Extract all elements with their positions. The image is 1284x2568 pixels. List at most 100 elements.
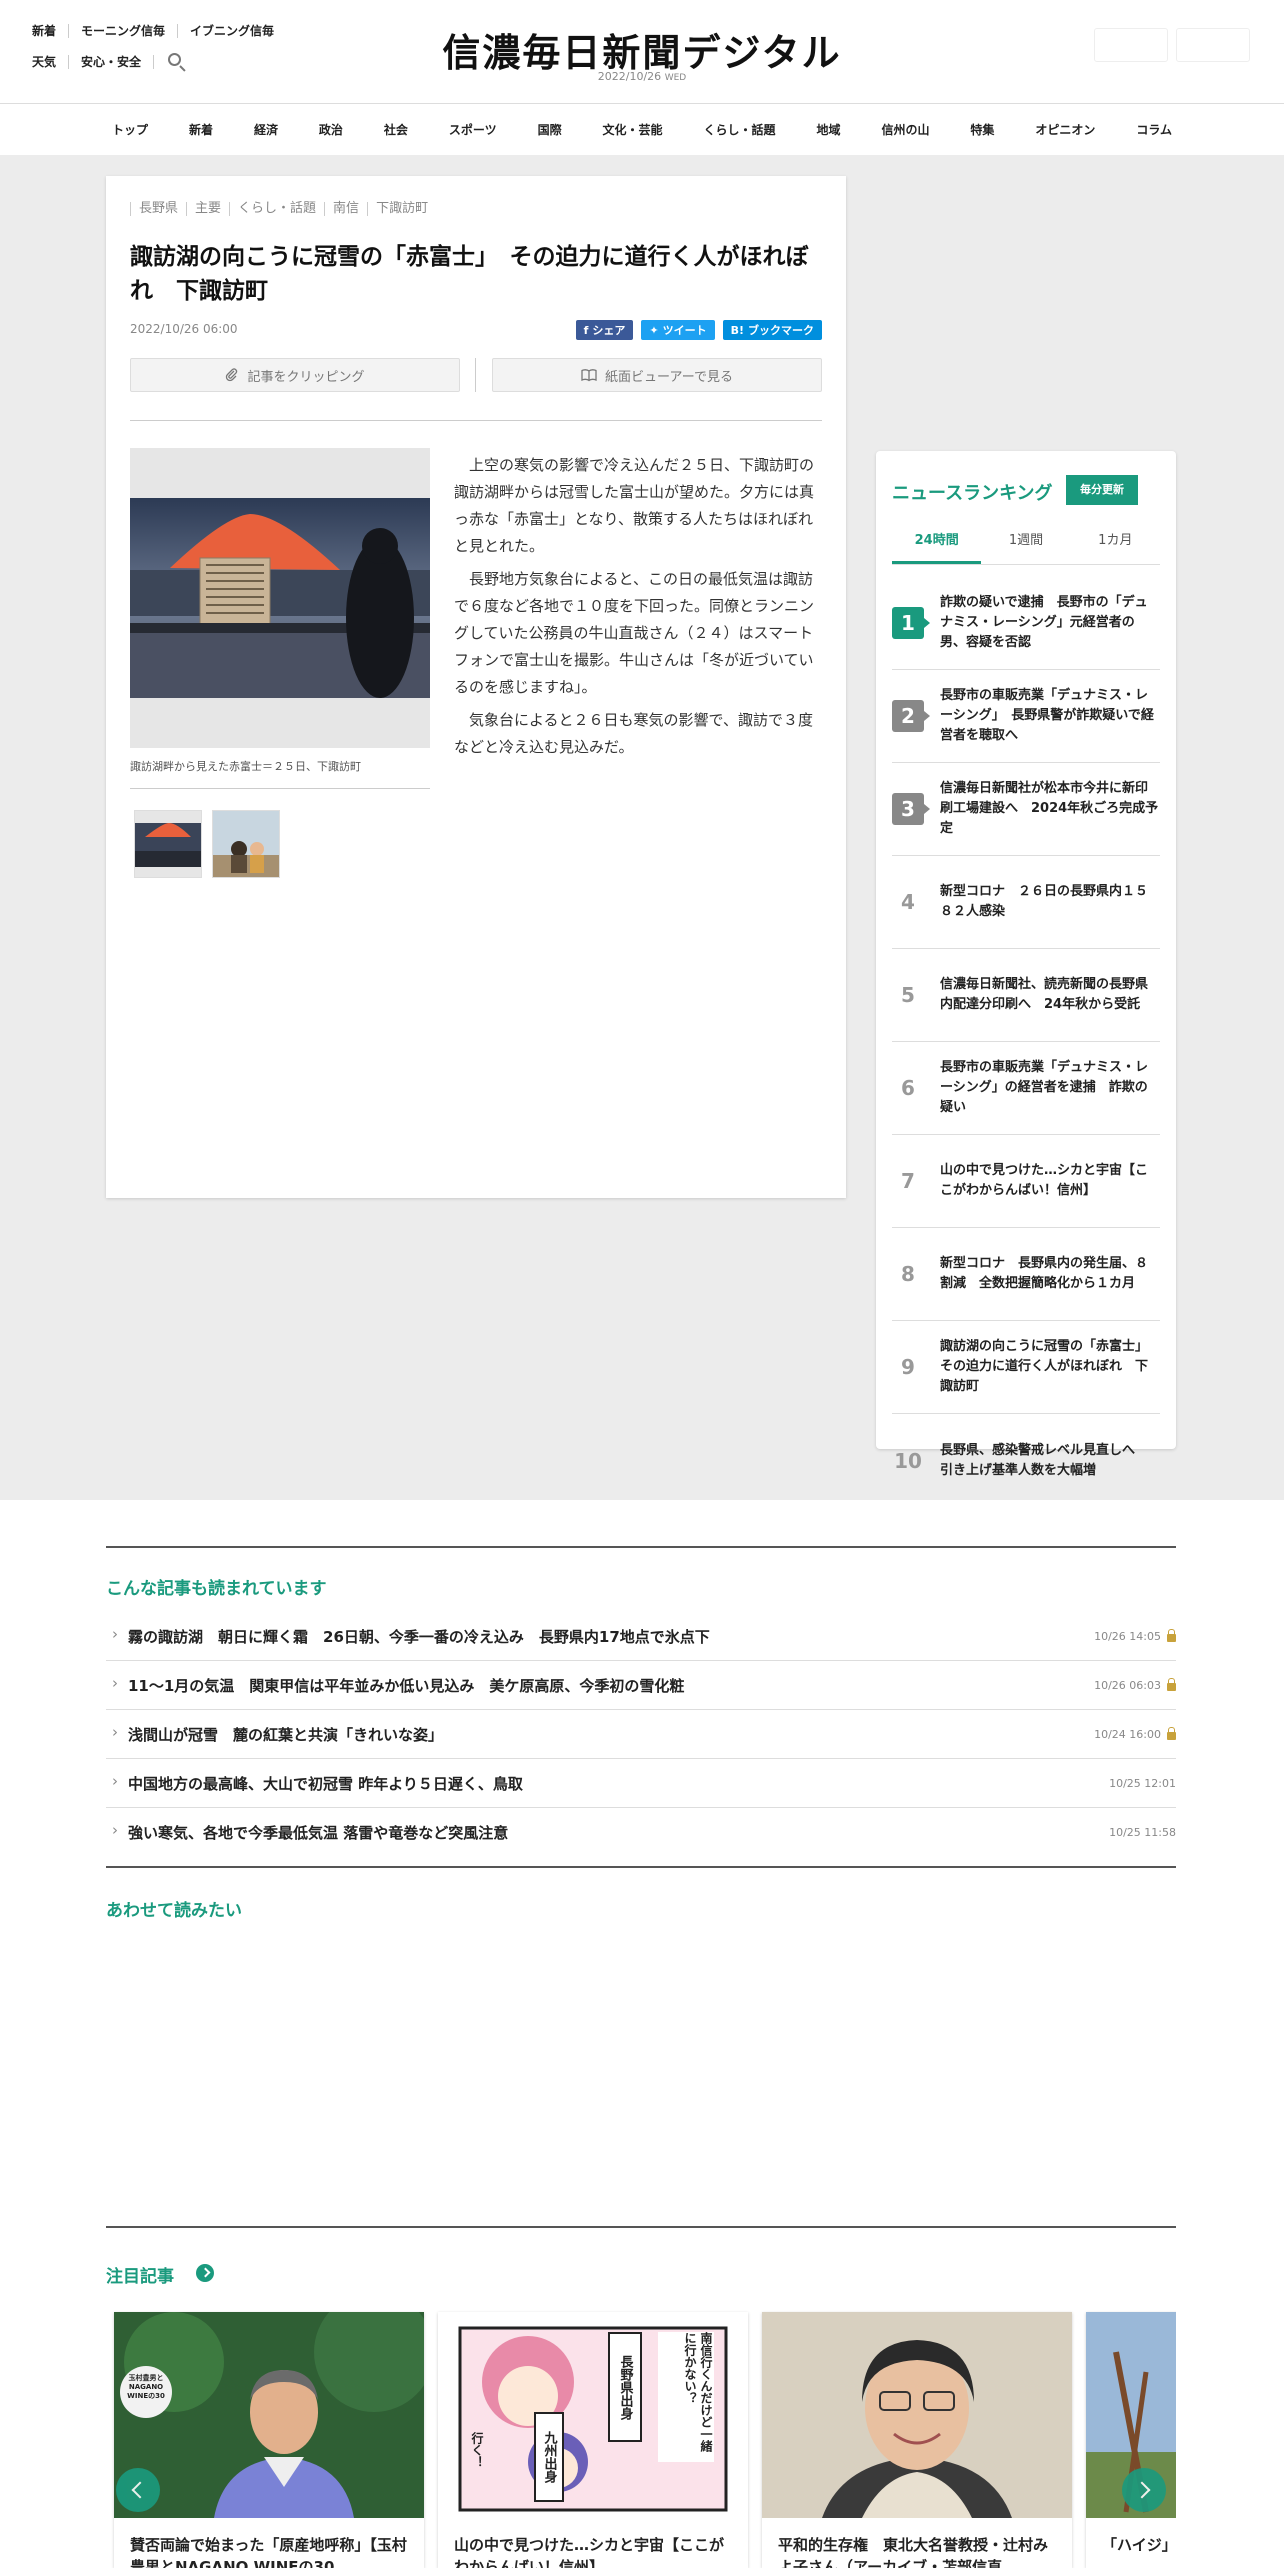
nav-features[interactable]: 特集 [970,121,994,138]
ranking-item[interactable]: 8 新型コロナ 長野県内の発生届、８割減 全数把握簡略化から１カ月 [892,1228,1160,1321]
list-item-title: 強い寒気、各地で今季最低気温 落雷や竜巻など突風注意 [106,1821,508,1843]
header-date: 2022/10/26 WED [0,70,1284,83]
article-photo-frame[interactable] [130,448,430,748]
nav-new[interactable]: 新着 [189,121,213,138]
tab-24h[interactable]: 24時間 [892,531,982,564]
nav-top[interactable]: トップ [112,121,148,138]
photo-thumbnails [134,810,280,878]
hatena-icon: B! [730,323,744,337]
nav-international[interactable]: 国際 [538,121,562,138]
rank-number: 5 [901,983,915,1007]
list-item[interactable]: 霧の諏訪湖 朝日に輝く霜 26日朝、今季一番の冷え込み 長野県内17地点で氷点下… [106,1612,1176,1661]
featured-card[interactable]: 玉村豊男とNAGANO WINEの30 賛否両論で始まった「原産地呼称」【玉村豊… [114,2312,424,2568]
lock-icon [1167,1628,1176,1642]
list-item-time: 10/24 16:00 [1094,1727,1161,1741]
article-body: 上空の寒気の影響で冷え込んだ２５日、下諏訪町の諏訪湖畔からは冠雪した富士山が望め… [454,452,814,767]
ranking-item[interactable]: 7 山の中で見つけた…シカと宇宙【ここがわからんばい！信州】 [892,1135,1160,1228]
nav-economy[interactable]: 経済 [254,121,278,138]
clip-article-button[interactable]: 記事をクリッピング [130,358,460,392]
hatena-bookmark-button[interactable]: B! ブックマーク [722,320,822,340]
ranking-item[interactable]: 6 長野市の車販売業「デュナミス・レーシング」の経営者を逮捕 詐欺の疑い [892,1042,1160,1135]
rank-number: 1 [892,607,930,639]
paper-viewer-label: 紙面ビューアーで見る [605,369,733,385]
facebook-icon: f [583,323,589,337]
nav-culture[interactable]: 文化・芸能 [603,121,663,138]
rank-number: 6 [901,1076,915,1100]
ranking-update-badge: 毎分更新 [1066,475,1138,505]
divider [130,788,430,789]
featured-card-image: 玉村豊男とNAGANO WINEの30 [114,2312,424,2518]
featured-card-image [762,2312,1072,2518]
divider [106,1546,1176,1548]
article-date: 2022/10/26 06:00 [130,322,238,336]
tag[interactable]: 主要 [186,202,229,216]
ranking-item-title: 信濃毎日新聞社、読売新聞の長野県内配達分印刷へ 24年秋から受託 [940,977,1149,1012]
list-item[interactable]: 強い寒気、各地で今季最低気温 落雷や竜巻など突風注意 10/25 11:58 [106,1808,1176,1857]
paperclip-icon [226,368,238,382]
action-divider [475,358,476,392]
tag[interactable]: 長野県 [130,202,186,216]
recommended-title: あわせて読みたい [106,1901,242,1921]
featured-card[interactable]: 長野県出身 九州出身 南信行くんだけど一緒に行かない？ 行く！ 山の中で見つけた… [438,2312,748,2568]
ranking-item[interactable]: 1 詐欺の疑いで逮捕 長野市の「デュナミス・レーシング」元経営者の男、容疑を否認 [892,577,1160,670]
nav-society[interactable]: 社会 [384,121,408,138]
twitter-share-button[interactable]: ✦ ツイート [641,320,715,340]
tab-1month[interactable]: 1カ月 [1071,531,1160,564]
photo-caption: 諏訪湖畔から見えた赤富士＝２５日、下諏訪町 [130,760,361,773]
nav-opinion[interactable]: オピニオン [1035,121,1095,138]
ranking-item-title: 新型コロナ 長野県内の発生届、８割減 全数把握簡略化から１カ月 [940,1256,1149,1291]
nav-region[interactable]: 地域 [816,121,840,138]
list-item[interactable]: 浅間山が冠雪 麓の紅葉と共演「きれいな姿」 10/24 16:00 [106,1710,1176,1759]
list-item-title: 浅間山が冠雪 麓の紅葉と共演「きれいな姿」 [106,1723,443,1745]
carousel-prev-button[interactable] [116,2468,160,2512]
list-item[interactable]: 中国地方の最高峰、大山で初冠雪 昨年より５日遅く、鳥取 10/25 12:01 [106,1759,1176,1808]
ranking-item[interactable]: 4 新型コロナ ２６日の長野県内１５８２人感染 [892,856,1160,949]
nav-sports[interactable]: スポーツ [449,121,497,138]
comic-text: 行く！ [470,2432,484,2468]
nav-lifestyle[interactable]: くらし・話題 [704,121,776,138]
chevron-right-icon[interactable] [196,2264,214,2282]
header-register-button[interactable] [1176,28,1250,62]
twitter-icon: ✦ [649,323,659,337]
ranking-item[interactable]: 10 長野県、感染警戒レベル見直しへ 引き上げ基準人数を大幅増 [892,1414,1160,1507]
tag[interactable]: くらし・話題 [229,202,324,216]
photo-thumbnail[interactable] [212,810,280,878]
ranking-item-title: 信濃毎日新聞社が松本市今井に新印刷工場建設へ 2024年秋ごろ完成予定 [940,781,1159,836]
header-login-button[interactable] [1094,28,1168,62]
featured-title: 注目記事 [106,2267,174,2287]
nav-column[interactable]: コラム [1136,121,1172,138]
site-logo[interactable]: 信濃毎日新聞デジタル [0,22,1284,77]
featured-card[interactable]: 平和的生存権 東北大名誉教授・辻村みよ子さん（アーカイブ・苫部信直 [762,2312,1072,2568]
list-item-time: 10/25 12:01 [1109,1776,1176,1790]
ranking-item-title: 山の中で見つけた…シカと宇宙【ここがわからんばい！信州】 [940,1163,1149,1198]
ranking-item[interactable]: 2 長野市の車販売業「デュナミス・レーシング」 長野県警が詐欺疑いで経営者を聴取へ [892,670,1160,763]
ranking-item[interactable]: 5 信濃毎日新聞社、読売新聞の長野県内配達分印刷へ 24年秋から受託 [892,949,1160,1042]
ranking-item-title: 長野県、感染警戒レベル見直しへ 引き上げ基準人数を大幅増 [940,1442,1149,1478]
twitter-share-label: ツイート [662,324,707,337]
also-read-title: こんな記事も読まれています [106,1579,327,1599]
ranking-item[interactable]: 3 信濃毎日新聞社が松本市今井に新印刷工場建設へ 2024年秋ごろ完成予定 [892,763,1160,856]
featured-carousel: 玉村豊男とNAGANO WINEの30 賛否両論で始まった「原産地呼称」【玉村豊… [106,2308,1176,2568]
facebook-share-button[interactable]: f シェア [575,320,634,340]
list-item[interactable]: 11～1月の気温 関東甲信は平年並みか低い見込み 美ケ原高原、今季初の雪化粧 10… [106,1661,1176,1710]
list-item-time: 10/26 14:05 [1094,1629,1161,1643]
featured-card[interactable]: 「ハイジ」ランドへ [1086,2312,1176,2568]
comic-text: 南信行くんだけど一緒に行かない？ [658,2332,714,2462]
tab-1week[interactable]: 1週間 [981,531,1070,564]
nav-mountains[interactable]: 信州の山 [881,121,929,138]
ranking-tabs: 24時間 1週間 1カ月 [892,531,1160,565]
article-paragraph: 長野地方気象台によると、この日の最低気温は諏訪で６度など各地で１０度を下回った。… [454,570,815,696]
tag[interactable]: 下諏訪町 [367,202,436,216]
nav-politics[interactable]: 政治 [319,121,343,138]
lock-icon [1167,1726,1176,1740]
photo-thumbnail[interactable] [134,810,202,878]
paper-viewer-button[interactable]: 紙面ビューアーで見る [492,358,822,392]
carousel-next-button[interactable] [1122,2468,1166,2512]
rank-number: 8 [901,1262,915,1286]
clip-article-label: 記事をクリッピング [247,369,365,385]
ranking-item[interactable]: 9 諏訪湖の向こうに冠雪の「赤富士」 その迫力に道行く人がほれぼれ 下諏訪町 [892,1321,1160,1414]
featured-card-image: 長野県出身 九州出身 南信行くんだけど一緒に行かない？ 行く！ [438,2312,748,2518]
tag[interactable]: 南信 [324,202,367,216]
rank-number: 7 [901,1169,915,1193]
featured-badge-label: 玉村豊男とNAGANO WINEの30 [127,2374,165,2400]
